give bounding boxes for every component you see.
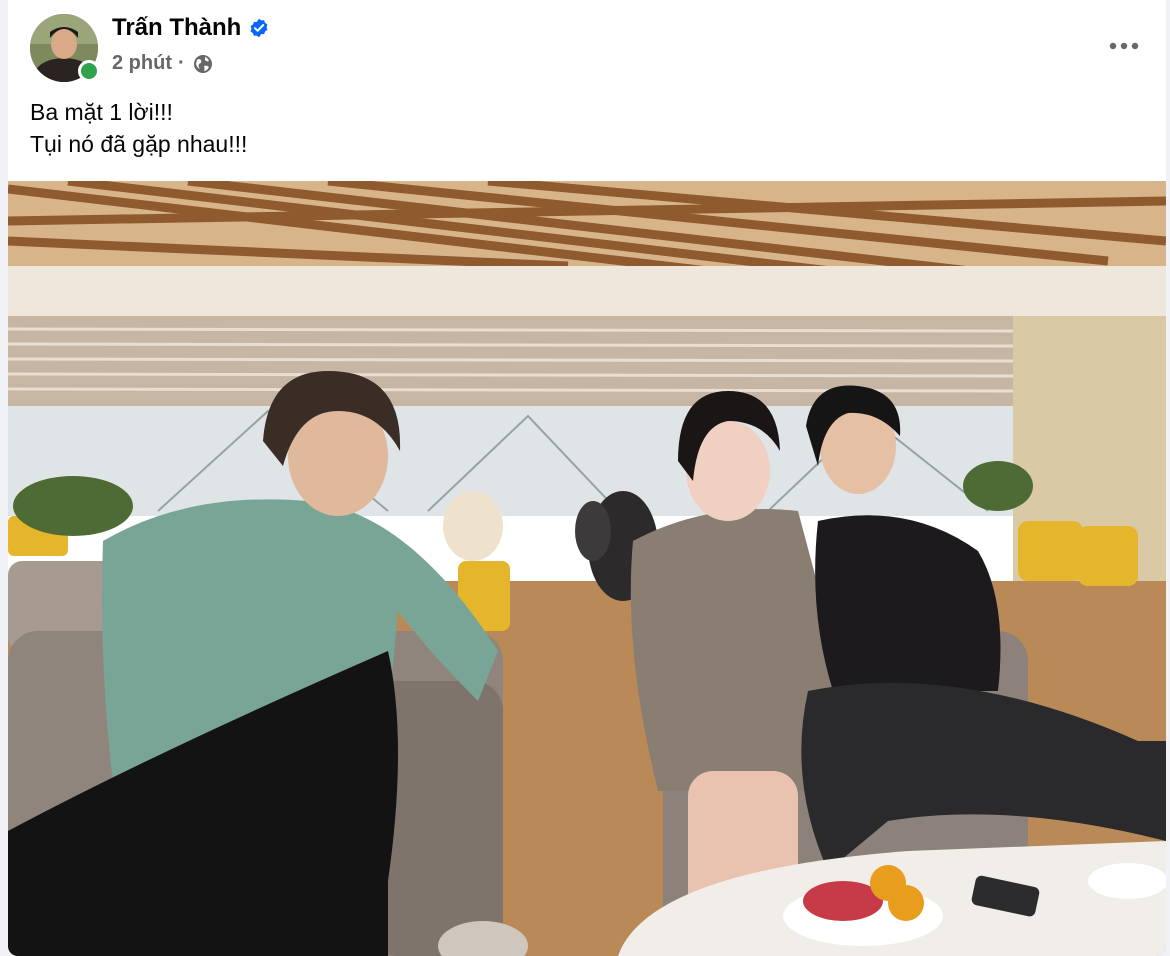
author-avatar[interactable] [30, 14, 100, 82]
post-header: Trấn Thành 2 phút · [8, 0, 1166, 90]
post-message-line-2: Tụi nó đã gặp nhau!!! [30, 131, 248, 157]
verified-badge-icon [250, 18, 268, 38]
post-photo[interactable] [8, 181, 1166, 956]
meta-separator: · [178, 52, 185, 74]
author-row: Trấn Thành [112, 14, 269, 42]
more-options-icon [1109, 42, 1139, 50]
post-timestamp[interactable]: 2 phút [112, 52, 172, 75]
post-message: Ba mặt 1 lời!!! Tụi nó đã gặp nhau!!! [30, 96, 247, 160]
more-options-button[interactable] [1104, 26, 1144, 66]
feed-post: Trấn Thành 2 phút · Ba mặt 1 lời!!! Tụi … [8, 0, 1166, 956]
lounge-photo [8, 181, 1166, 956]
post-meta: 2 phút · [112, 52, 213, 75]
online-status-dot [78, 60, 100, 82]
globe-icon[interactable] [193, 54, 213, 74]
author-name[interactable]: Trấn Thành [112, 14, 241, 42]
post-message-line-1: Ba mặt 1 lời!!! [30, 99, 173, 125]
